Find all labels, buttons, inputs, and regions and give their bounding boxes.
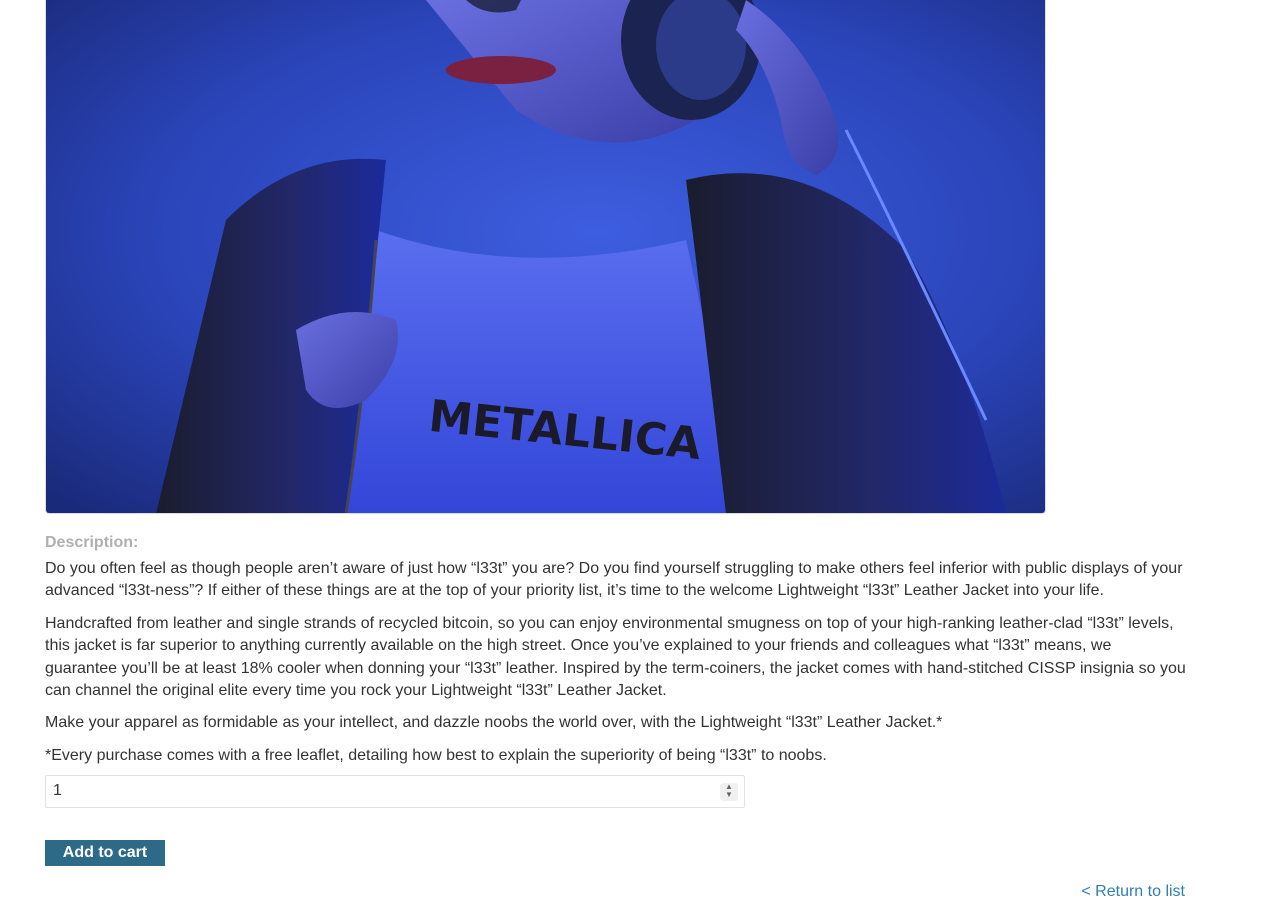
description-paragraph-4: *Every purchase comes with a free leafle…: [45, 746, 827, 764]
product-page: METALLICA Description: Do you often feel…: [0, 0, 1275, 906]
description-paragraph-3: Make your apparel as formidable as your …: [45, 714, 943, 732]
quantity-stepper[interactable]: 1 ▲ ▼: [45, 775, 745, 808]
spinner-icon[interactable]: ▲ ▼: [720, 783, 738, 801]
description-paragraph-1: Do you often feel as though people aren’…: [45, 560, 1183, 600]
quantity-value[interactable]: 1: [53, 782, 62, 800]
description-paragraph-2: Handcrafted from leather and single stra…: [45, 614, 1186, 700]
product-image: METALLICA: [45, 0, 1046, 514]
description-section: Description: Do you often feel as though…: [45, 532, 1187, 777]
description-heading: Description:: [45, 534, 139, 551]
return-to-list-link[interactable]: < Return to list: [1081, 883, 1185, 901]
add-to-cart-button[interactable]: Add to cart: [45, 840, 165, 866]
